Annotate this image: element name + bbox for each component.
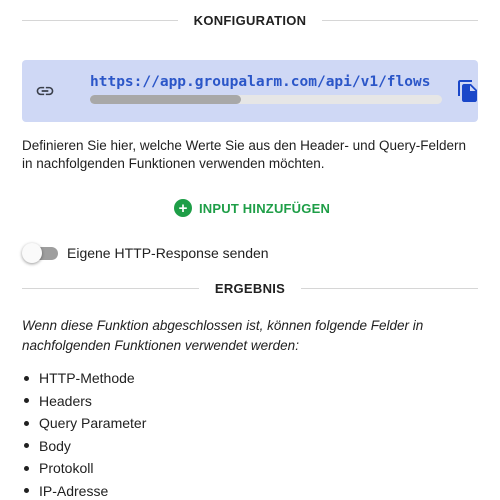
config-section-header: KONFIGURATION xyxy=(22,10,478,30)
toggle-knob xyxy=(22,243,42,263)
bullet-icon xyxy=(24,398,29,404)
config-section-title: KONFIGURATION xyxy=(193,12,307,28)
bullet-icon xyxy=(24,420,29,426)
list-item-label: HTTP-Methode xyxy=(39,370,135,387)
copy-icon[interactable] xyxy=(456,78,480,104)
url-scrollbar[interactable] xyxy=(90,95,442,104)
config-description: Definieren Sie hier, welche Werte Sie au… xyxy=(22,138,466,171)
divider xyxy=(22,19,178,21)
webhook-url-box: https://app.groupalarm.com/api/v1/flows xyxy=(22,60,478,122)
bullet-icon xyxy=(24,443,29,449)
list-item: Headers xyxy=(22,390,478,413)
result-description: Wenn diese Funktion abgeschlossen ist, k… xyxy=(22,318,424,353)
list-item-label: Headers xyxy=(39,392,92,409)
add-input-label: INPUT HINZUFÜGEN xyxy=(199,200,331,216)
link-icon xyxy=(36,86,54,96)
divider xyxy=(301,287,478,289)
result-section-header: ERGEBNIS xyxy=(22,278,478,298)
divider xyxy=(322,19,478,21)
webhook-url-text[interactable]: https://app.groupalarm.com/api/v1/flows xyxy=(90,74,442,90)
add-input-button[interactable]: + INPUT HINZUFÜGEN xyxy=(174,197,330,219)
list-item-label: Query Parameter xyxy=(39,415,147,432)
url-scrollbar-thumb[interactable] xyxy=(90,95,242,104)
divider xyxy=(22,287,199,289)
list-item: Body xyxy=(22,435,478,458)
list-item-label: Body xyxy=(39,437,71,454)
list-item: Protokoll xyxy=(22,457,478,480)
list-item-label: Protokoll xyxy=(39,460,94,477)
list-item: IP-Adresse xyxy=(22,480,478,500)
http-response-toggle-row: Eigene HTTP-Response senden xyxy=(22,243,269,263)
list-item: HTTP-Methode xyxy=(22,367,478,390)
result-fields-list: HTTP-Methode Headers Query Parameter Body Pr… xyxy=(22,367,478,500)
result-section-title: ERGEBNIS xyxy=(214,280,286,296)
http-response-toggle-label: Eigene HTTP-Response senden xyxy=(67,245,269,261)
plus-circle-icon: + xyxy=(174,199,192,217)
bullet-icon xyxy=(24,465,29,471)
http-response-toggle[interactable] xyxy=(22,243,58,263)
bullet-icon xyxy=(24,375,29,381)
bullet-icon xyxy=(24,488,29,494)
list-item-label: IP-Adresse xyxy=(39,482,109,499)
list-item: Query Parameter xyxy=(22,412,478,435)
